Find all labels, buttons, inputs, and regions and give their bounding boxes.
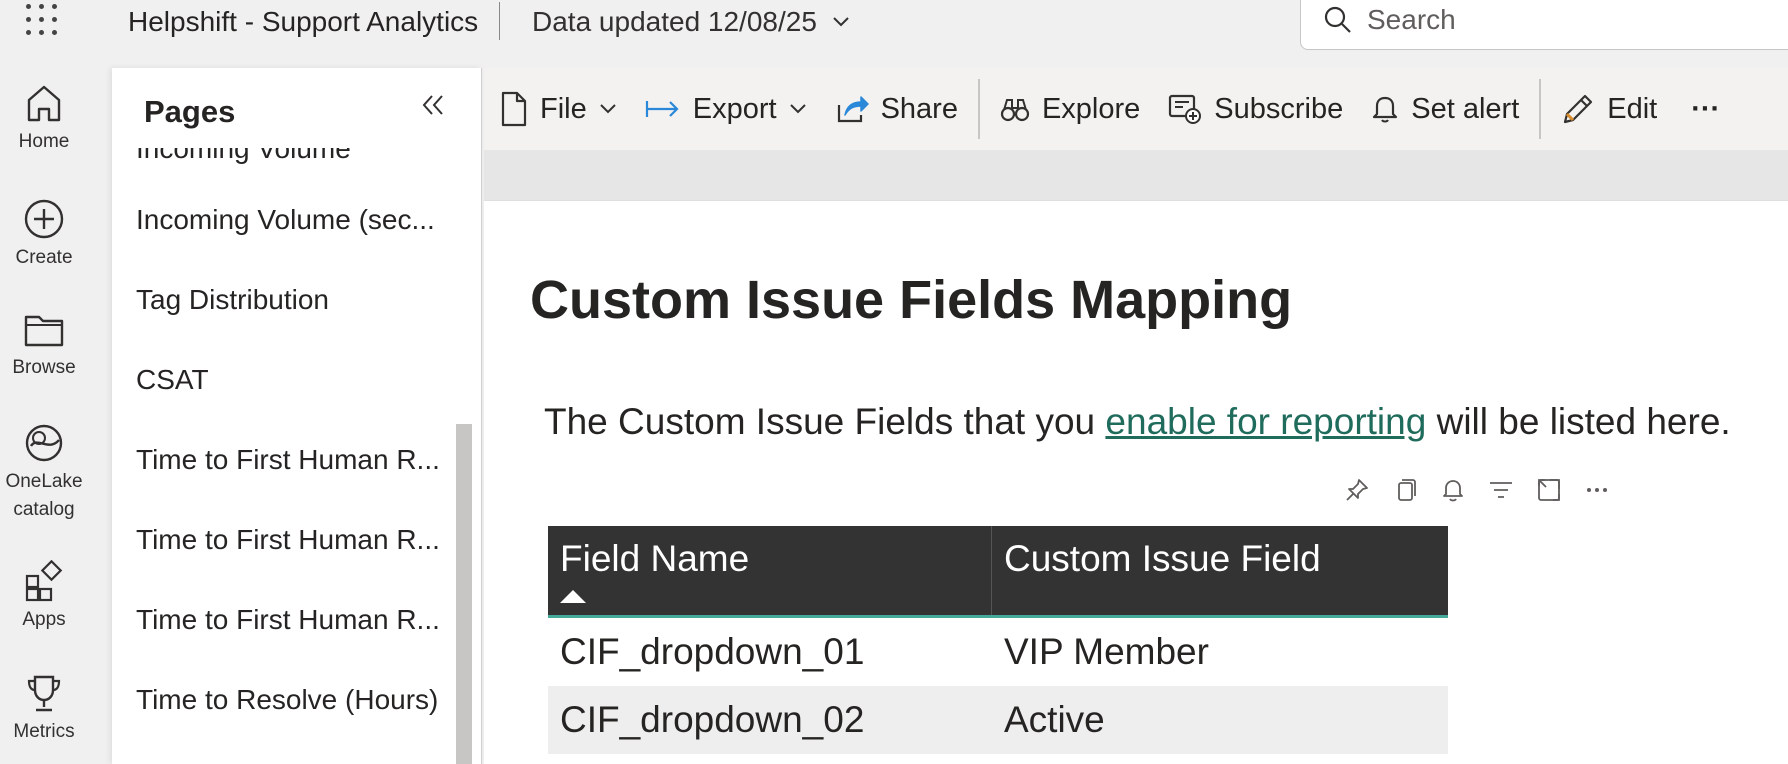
- set-alert-button[interactable]: Set alert: [1357, 79, 1533, 139]
- binoculars-icon: [1000, 99, 1030, 122]
- export-label: Export: [692, 92, 777, 125]
- column-header-custom-issue-field[interactable]: Custom Issue Field: [992, 526, 1333, 615]
- more-options-icon: ···: [1691, 92, 1721, 125]
- export-menu-button[interactable]: Export: [631, 79, 821, 139]
- bell-icon[interactable]: [1440, 477, 1466, 503]
- explore-label: Explore: [1041, 92, 1141, 125]
- page-item[interactable]: Time to First Human R...: [136, 440, 452, 480]
- table-header: Field Name Custom Issue Field: [548, 526, 1448, 618]
- top-bar: Helpshift - Support Analytics Data updat…: [0, 0, 1788, 60]
- export-arrow-icon: [645, 101, 679, 117]
- column-header-label: Field Name: [560, 538, 750, 579]
- data-updated-label: Data updated 12/08/25: [532, 6, 817, 37]
- create-icon: [24, 199, 64, 239]
- app-launcher-icon[interactable]: [26, 4, 58, 38]
- report-description: The Custom Issue Fields that you enable …: [544, 401, 1731, 443]
- pin-icon[interactable]: [1344, 477, 1370, 503]
- folder-icon: [24, 315, 64, 347]
- page-item[interactable]: Time to First Human R...: [136, 600, 452, 640]
- rail-label: Create: [15, 247, 73, 268]
- home-icon: [27, 85, 61, 122]
- page-item[interactable]: CSAT: [136, 360, 452, 400]
- pencil-icon: [1564, 94, 1593, 124]
- report-description-text: The Custom Issue Fields that you: [544, 401, 1106, 442]
- page-item[interactable]: Incoming Volume (sec...: [136, 200, 452, 240]
- table-cell: Active: [1004, 699, 1105, 740]
- search-box[interactable]: [1300, 0, 1788, 50]
- toolbar-divider: [977, 79, 980, 139]
- page-item[interactable]: Time to Resolve (Hours): [136, 680, 452, 720]
- column-header-label: Custom Issue Field: [1004, 538, 1321, 579]
- app-title[interactable]: Helpshift - Support Analytics: [128, 6, 478, 38]
- search-icon: [1324, 6, 1351, 33]
- rail-label: Browse: [12, 357, 76, 378]
- page-item[interactable]: Time to First Human R...: [136, 520, 452, 560]
- pages-panel: Pages Incoming Volume Incoming Volume (s…: [112, 68, 482, 764]
- table-cell: CIF_dropdown_02: [560, 699, 865, 740]
- rail-item-apps[interactable]: Apps: [0, 560, 88, 634]
- column-header-field-name[interactable]: Field Name: [548, 526, 992, 615]
- more-options-button[interactable]: ···: [1671, 79, 1734, 139]
- more-options-icon[interactable]: [1584, 477, 1610, 503]
- rail-label: Metrics: [13, 721, 75, 742]
- table-cell: CIF_dropdown_01: [560, 631, 865, 672]
- filter-icon[interactable]: [1488, 477, 1514, 503]
- table-row[interactable]: CIF_dropdown_01 VIP Member: [548, 618, 1448, 686]
- cif-mapping-table: Field Name Custom Issue Field CIF_dropdo…: [548, 526, 1448, 754]
- file-label: File: [540, 92, 587, 125]
- file-icon: [501, 91, 527, 127]
- title-divider: [499, 2, 500, 40]
- set-alert-label: Set alert: [1411, 92, 1520, 125]
- toolbar-divider: [1539, 79, 1542, 139]
- share-button[interactable]: Share: [821, 79, 972, 139]
- search-input[interactable]: [1367, 4, 1747, 36]
- chevron-down-icon: [833, 17, 849, 27]
- report-description-text: will be listed here.: [1426, 401, 1731, 442]
- rail-label: OneLake catalog: [5, 471, 83, 520]
- chevron-down-icon: [789, 104, 806, 114]
- rail-item-home[interactable]: Home: [0, 82, 88, 156]
- left-nav-rail: Home Create Browse OneLake catalog Apps …: [0, 68, 88, 764]
- copy-icon[interactable]: [1392, 477, 1418, 503]
- rail-label: Home: [18, 131, 70, 152]
- report-canvas: Custom Issue Fields Mapping The Custom I…: [484, 200, 1788, 764]
- share-icon: [837, 96, 869, 123]
- edit-label: Edit: [1607, 92, 1658, 125]
- file-menu-button[interactable]: File: [484, 79, 631, 139]
- table-row[interactable]: CIF_dropdown_02 Active: [548, 686, 1448, 754]
- subscribe-label: Subscribe: [1214, 92, 1344, 125]
- report-title: Custom Issue Fields Mapping: [530, 270, 1293, 330]
- sort-ascending-icon: [560, 590, 586, 603]
- data-updated-dropdown[interactable]: Data updated 12/08/25: [532, 6, 851, 38]
- page-item[interactable]: Tag Distribution: [136, 280, 452, 320]
- focus-mode-icon[interactable]: [1536, 477, 1562, 503]
- table-cell: VIP Member: [1004, 631, 1209, 672]
- double-chevron-left-icon: [422, 95, 443, 115]
- apps-icon: [25, 560, 63, 602]
- report-header-strip: [484, 150, 1788, 200]
- explore-button[interactable]: Explore: [986, 79, 1154, 139]
- edit-button[interactable]: Edit: [1547, 79, 1671, 139]
- trophy-icon: [27, 675, 61, 712]
- rail-label: Apps: [22, 609, 66, 630]
- enable-for-reporting-link[interactable]: enable for reporting: [1105, 401, 1426, 442]
- subscribe-button[interactable]: Subscribe: [1154, 79, 1357, 139]
- bell-icon: [1373, 96, 1398, 123]
- rail-item-metrics[interactable]: Metrics: [0, 672, 88, 746]
- pages-panel-title: Pages: [144, 94, 236, 129]
- onelake-icon: [25, 424, 63, 462]
- rail-item-create[interactable]: Create: [0, 198, 88, 272]
- share-label: Share: [880, 92, 958, 125]
- rail-item-browse[interactable]: Browse: [0, 310, 88, 382]
- subscribe-icon: [1169, 94, 1202, 124]
- rail-item-onelake-catalog[interactable]: OneLake catalog: [0, 422, 88, 524]
- pages-scrollbar[interactable]: [456, 424, 472, 764]
- page-item[interactable]: Incoming Volume: [136, 148, 452, 182]
- collapse-pages-button[interactable]: [420, 92, 450, 122]
- visual-header-tools: [1344, 477, 1610, 503]
- command-bar: File Export Share Explore Subscribe Set …: [484, 68, 1788, 150]
- chevron-down-icon: [600, 104, 616, 114]
